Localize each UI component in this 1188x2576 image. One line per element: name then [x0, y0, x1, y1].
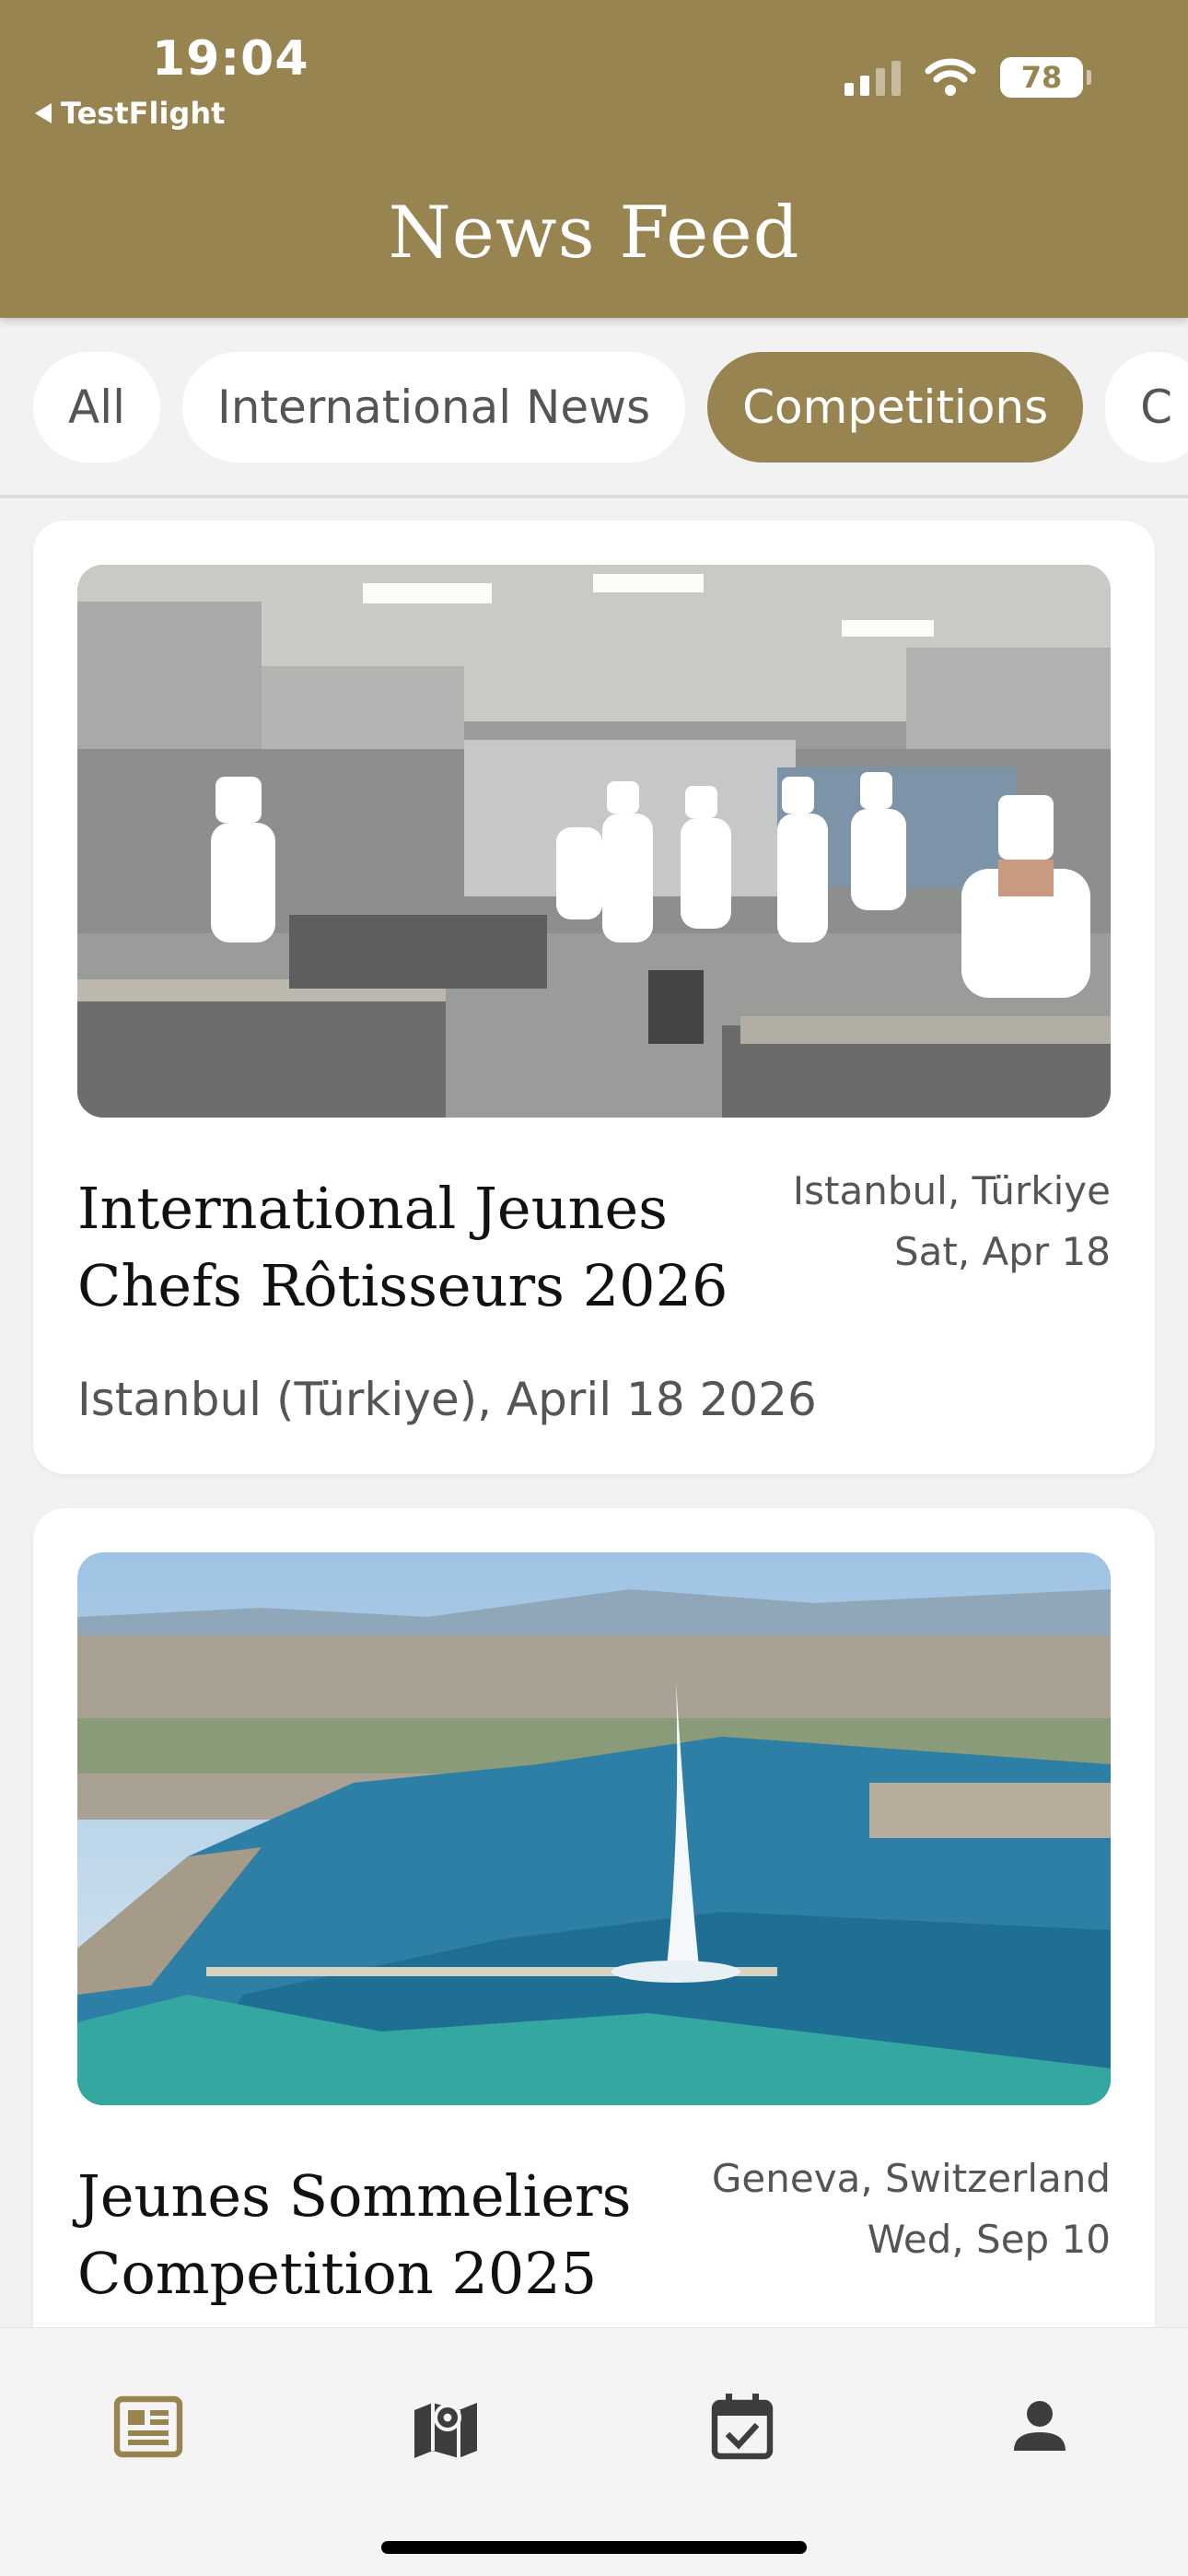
page-title: News Feed: [388, 192, 800, 275]
map-icon: [414, 2403, 477, 2458]
card-title: Jeunes Sommeliers Competition 2025: [77, 2162, 632, 2307]
tab-profile[interactable]: [994, 2385, 1086, 2468]
tab-map[interactable]: [400, 2385, 492, 2468]
wifi-icon: [925, 58, 976, 96]
calendar-check-icon: [711, 2394, 774, 2460]
card-location: Geneva, Switzerland: [711, 2156, 1111, 2201]
filter-chip[interactable]: C: [1105, 352, 1188, 463]
filter-chip[interactable]: All: [33, 352, 160, 463]
person-icon: [1014, 2401, 1066, 2451]
card-meta: Geneva, Switzerland Wed, Sep 10: [712, 2149, 1111, 2270]
card-meta: Istanbul, Türkiye Sat, Apr 18: [793, 1161, 1111, 1282]
bottom-tab-bar: [0, 2327, 1188, 2576]
filter-chip[interactable]: International News: [182, 352, 686, 463]
news-icon: [113, 2395, 183, 2458]
back-arrow-icon: [35, 103, 52, 123]
home-indicator: [381, 2541, 807, 2554]
status-indicators: 78: [844, 57, 1091, 98]
card-date: Sat, Apr 18: [893, 1229, 1111, 1274]
card-date: Wed, Sep 10: [867, 2217, 1111, 2262]
card-title: International Jeunes Chefs Rôtisseurs 20…: [77, 1175, 728, 1319]
status-time: 19:04: [152, 31, 309, 87]
back-to-testflight[interactable]: TestFlight: [35, 96, 225, 131]
kitchen-photo: [77, 565, 1111, 1118]
news-card[interactable]: Jeunes Sommeliers Competition 2025 Genev…: [33, 1508, 1155, 2327]
category-filter-bar: All International News Competitions C: [0, 318, 1188, 498]
news-feed-list: International Jeunes Chefs Rôtisseurs 20…: [0, 502, 1188, 2327]
back-app-label: TestFlight: [61, 96, 226, 131]
card-image: [77, 1552, 1111, 2105]
card-location: Istanbul, Türkiye: [792, 1168, 1111, 1213]
app-header: 19:04 TestFlight 78 News Feed: [0, 0, 1188, 318]
tab-news[interactable]: [102, 2385, 194, 2468]
card-image: [77, 565, 1111, 1118]
cellular-signal-icon: [844, 59, 901, 96]
geneva-photo: [77, 1552, 1111, 2105]
card-description: Istanbul (Türkiye), April 18 2026: [77, 1373, 817, 1426]
news-card[interactable]: International Jeunes Chefs Rôtisseurs 20…: [33, 521, 1155, 1474]
chip-row: All International News Competitions C: [33, 352, 1188, 463]
tab-calendar[interactable]: [696, 2385, 788, 2468]
filter-chip[interactable]: Competitions: [707, 352, 1084, 463]
battery-icon: 78: [1000, 57, 1091, 98]
